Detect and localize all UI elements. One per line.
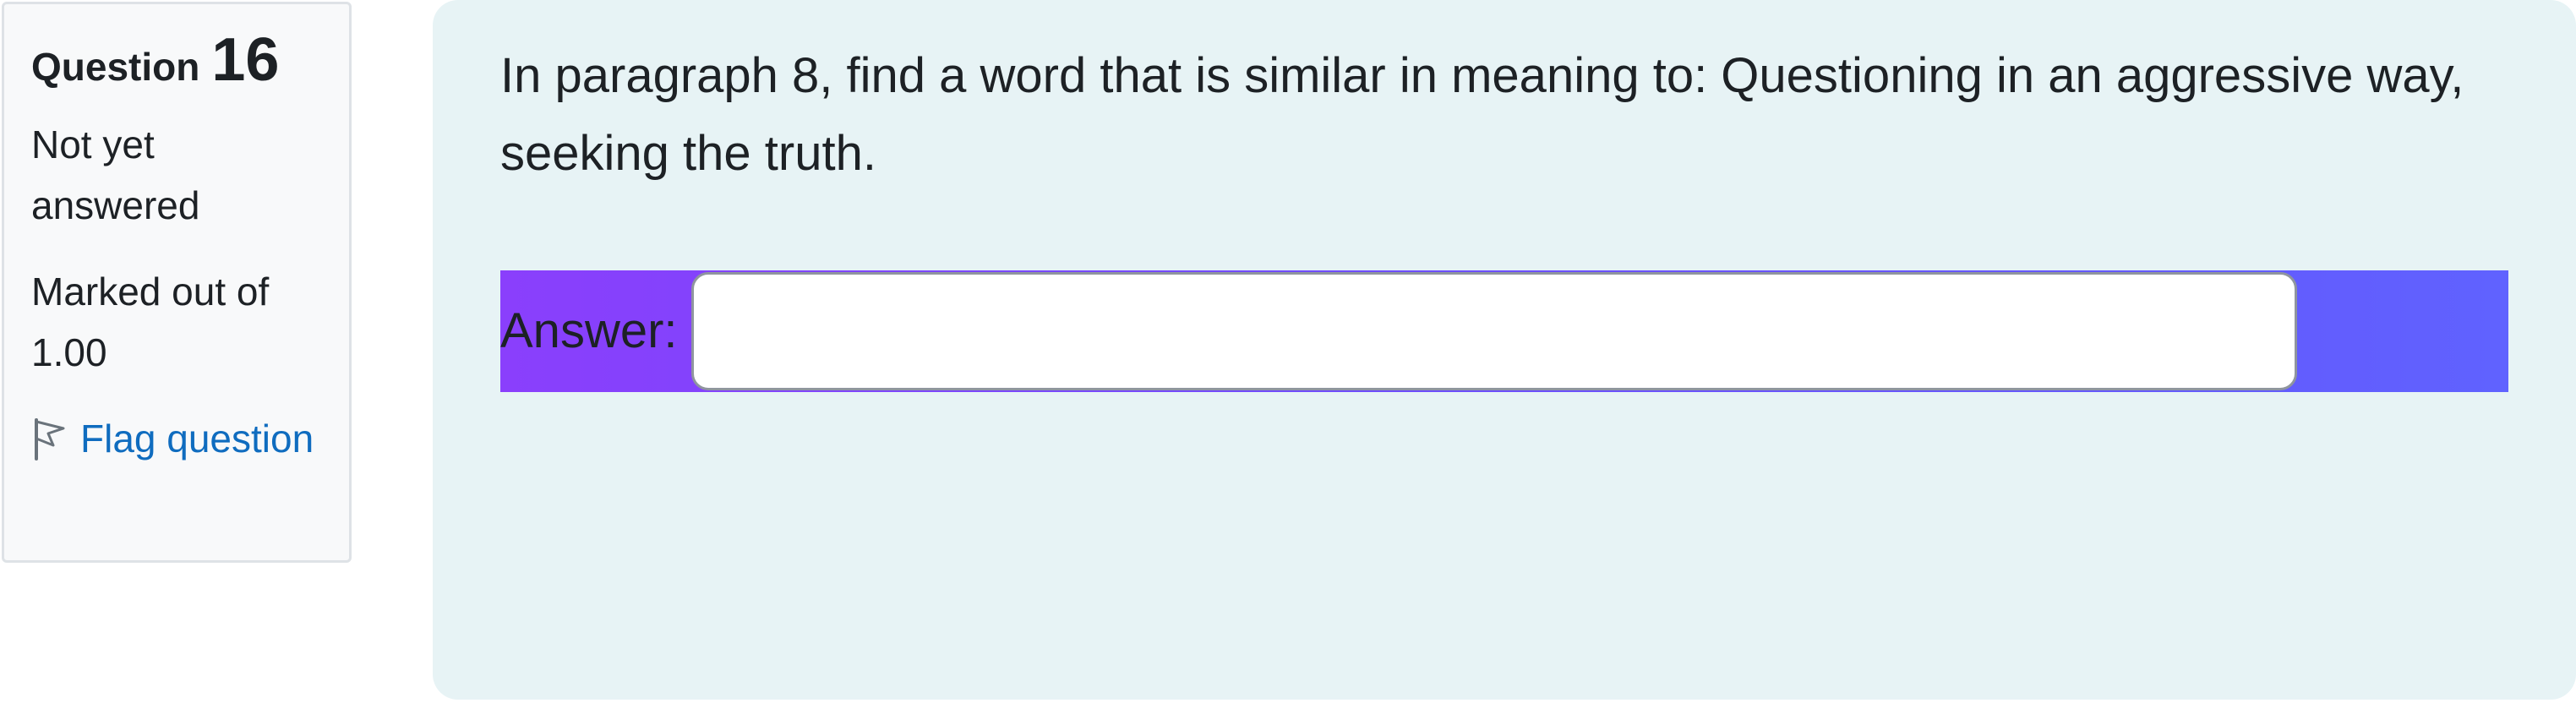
question-status: Not yet answered — [31, 123, 200, 227]
flag-question-link[interactable]: Flag question — [31, 408, 322, 469]
question-heading: Question 16 — [31, 30, 322, 90]
question-grade: Marked out of 1.00 — [31, 270, 270, 374]
answer-row: Answer: — [500, 270, 2508, 392]
answer-input[interactable] — [690, 272, 2297, 390]
flag-icon — [35, 418, 65, 460]
question-number: 16 — [211, 26, 280, 94]
question-heading-label: Question — [31, 45, 200, 89]
question-info-panel: Question 16 Not yet answered Marked out … — [2, 2, 352, 563]
answer-label: Answer: — [500, 303, 678, 358]
flag-question-label: Flag question — [80, 417, 314, 460]
question-text: In paragraph 8, find a word that is simi… — [500, 48, 2464, 181]
question-content-panel: In paragraph 8, find a word that is simi… — [433, 0, 2576, 700]
